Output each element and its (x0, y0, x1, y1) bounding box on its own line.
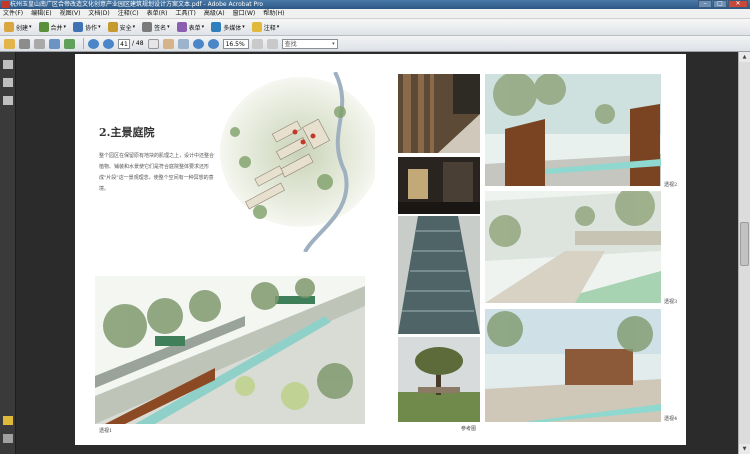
upload-icon[interactable] (64, 38, 75, 49)
pdf-page: 2.主景庭院 整个园区在保留原有地块的肌理之上，设计中还整合了植物、铺装和水景使… (75, 54, 686, 445)
caption-view1: 透视1 (99, 428, 113, 434)
attachments-icon[interactable] (3, 78, 13, 87)
window-title: 杭州玉皇山南广区合帝改造文化创意产业园区建筑规划设计方案文本.pdf - Ado… (10, 1, 264, 8)
reference-image-2 (398, 157, 480, 214)
create-button[interactable]: 创建 ▾ (4, 22, 32, 32)
section-heading: 2.主景庭院 (99, 126, 155, 139)
marquee-zoom-icon[interactable] (177, 38, 189, 49)
toolbar-separator (83, 38, 84, 49)
caption-view4: 透视4 (664, 416, 678, 422)
window-controls: – □ ✕ (697, 0, 748, 9)
print-icon[interactable] (19, 38, 30, 49)
bookmarks-icon[interactable] (3, 96, 13, 105)
email-icon[interactable] (49, 38, 60, 49)
site-plan-image (215, 72, 375, 252)
zoom-in-icon[interactable] (207, 38, 219, 49)
fit-width-icon[interactable] (266, 38, 278, 49)
menu-forms[interactable]: 表单(R) (147, 9, 168, 18)
combine-icon (38, 22, 49, 32)
combine-button[interactable]: 合并 ▾ (38, 22, 66, 32)
fit-page-icon[interactable] (251, 38, 263, 49)
minimize-button[interactable]: – (698, 0, 712, 8)
section-paragraph: 整个园区在保留原有地块的肌理之上，设计中还整合了植物、铺装和水景使它们是符合庭院… (99, 153, 220, 192)
pen-icon (142, 22, 153, 32)
menu-document[interactable]: 文档(D) (88, 9, 109, 18)
collaborate-button[interactable]: 协作 ▾ (73, 22, 101, 32)
menu-tools[interactable]: 工具(T) (175, 9, 195, 18)
next-page-icon[interactable] (103, 38, 114, 49)
page-count: / 48 (132, 40, 144, 47)
collaborate-icon (73, 22, 84, 32)
form-icon (176, 22, 187, 32)
lock-icon (107, 22, 118, 32)
menu-file[interactable]: 文件(F) (3, 9, 23, 18)
open-folder-icon[interactable] (4, 38, 15, 49)
menu-bar: 文件(F) 编辑(E) 视图(V) 文档(D) 注释(C) 表单(R) 工具(T… (0, 9, 750, 19)
title-bar: 杭州玉皇山南广区合帝改造文化创意产业园区建筑规划设计方案文本.pdf - Ado… (0, 0, 750, 9)
zoom-out-icon[interactable] (192, 38, 204, 49)
navigation-toolbar: 41 / 48 16.5% 查找 (0, 36, 750, 52)
scroll-down-arrow[interactable]: ▼ (739, 444, 750, 454)
reference-image-1 (398, 74, 480, 153)
multimedia-button[interactable]: 多媒体 ▾ (211, 22, 245, 32)
comment-icon (251, 22, 262, 32)
secure-button[interactable]: 安全 ▾ (107, 22, 135, 32)
close-button[interactable]: ✕ (728, 0, 748, 8)
reference-image-3 (398, 216, 480, 334)
reference-image-4 (398, 337, 480, 422)
select-tool-icon[interactable] (147, 38, 159, 49)
scroll-thumb[interactable] (740, 222, 749, 266)
create-pdf-icon (4, 22, 14, 32)
comment-button[interactable]: 注释 ▾ (251, 22, 279, 32)
menu-help[interactable]: 帮助(H) (263, 9, 284, 18)
menu-comments[interactable]: 注释(C) (118, 9, 139, 18)
menu-edit[interactable]: 编辑(E) (31, 9, 51, 18)
menu-window[interactable]: 窗口(W) (233, 9, 256, 18)
page-number-field[interactable]: 41 (118, 38, 130, 49)
perspective-3-image (485, 191, 661, 303)
caption-view2: 透视2 (664, 182, 678, 188)
menu-view[interactable]: 视图(V) (60, 9, 81, 18)
perspective-4-image (485, 309, 661, 422)
hand-tool-icon[interactable] (162, 38, 174, 49)
pages-panel-icon[interactable] (3, 60, 13, 69)
perspective-1-image (95, 276, 365, 424)
caption-reference: 参考图 (461, 426, 477, 432)
caption-view3: 透视3 (664, 299, 678, 305)
tasks-toolbar: 创建 ▾ 合并 ▾ 协作 ▾ 安全 ▾ 签名 ▾ 表单 ▾ 多媒体 ▾ 注释 ▾ (0, 19, 750, 36)
previous-page-icon[interactable] (88, 38, 99, 49)
navigation-pane (0, 52, 16, 454)
multimedia-icon (211, 22, 222, 32)
save-icon[interactable] (34, 38, 45, 49)
vertical-scrollbar[interactable]: ▲ ▼ (738, 52, 750, 454)
scroll-up-arrow[interactable]: ▲ (739, 52, 750, 62)
forms-button[interactable]: 表单 ▾ (176, 22, 204, 32)
comments-panel-icon[interactable] (3, 416, 13, 425)
maximize-button[interactable]: □ (713, 0, 727, 8)
zoom-level-field[interactable]: 16.5% (222, 38, 249, 49)
menu-advanced[interactable]: 高级(A) (204, 9, 225, 18)
sign-button[interactable]: 签名 ▾ (142, 22, 170, 32)
find-input[interactable]: 查找 (281, 38, 338, 49)
perspective-2-image (485, 74, 661, 186)
attachment-paperclip-icon[interactable] (3, 434, 13, 443)
acrobat-app-icon (2, 1, 9, 8)
